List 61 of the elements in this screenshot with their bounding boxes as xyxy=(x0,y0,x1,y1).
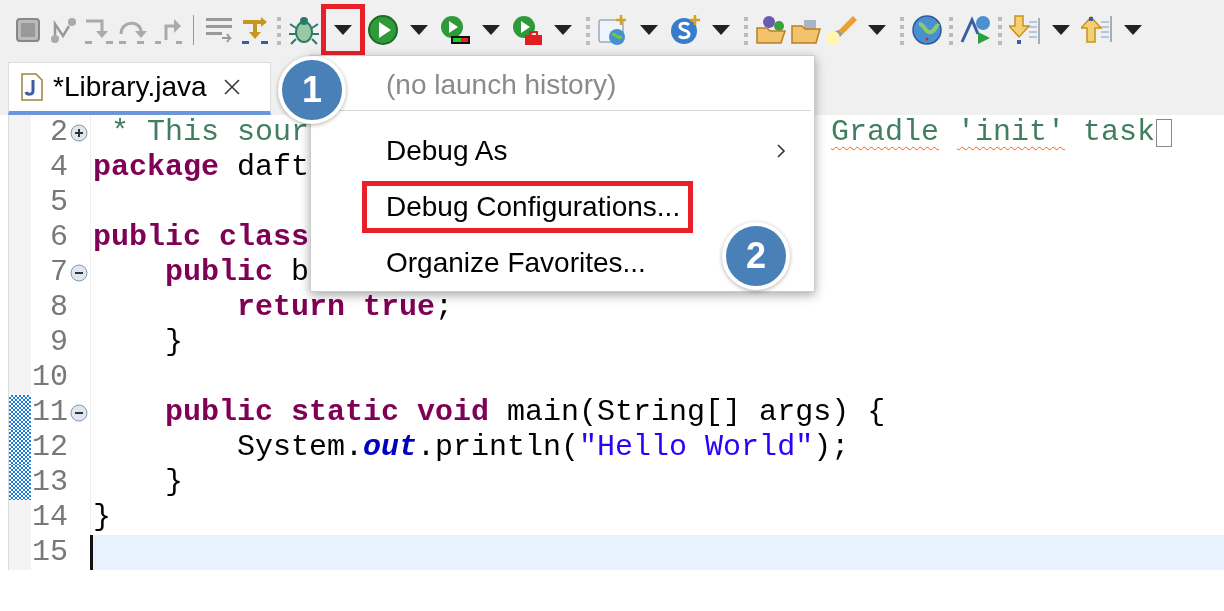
menu-hint: (no launch history) xyxy=(386,68,617,102)
collapse-icon[interactable] xyxy=(70,263,88,282)
line-number: 5 xyxy=(49,185,68,220)
collapse-icon[interactable] xyxy=(70,403,88,422)
s-circle-icon[interactable] xyxy=(668,14,701,46)
line-number: 9 xyxy=(49,325,68,360)
code-text: public static void main(String[] args) { xyxy=(164,395,886,430)
code-text: package daft xyxy=(93,150,310,185)
toolbar-grip[interactable] xyxy=(899,15,905,45)
line-number: 15 xyxy=(31,535,68,570)
editor-tab[interactable]: *Library.java xyxy=(8,62,271,115)
code-text: } xyxy=(93,500,111,535)
code-text: return true; xyxy=(236,290,454,325)
expand-icon[interactable] xyxy=(70,123,88,142)
play-toolbox-icon[interactable] xyxy=(510,14,543,46)
line-number: 4 xyxy=(49,150,68,185)
line-number: 8 xyxy=(49,290,68,325)
line-number: 2 xyxy=(49,115,68,150)
code-text: System.out.println("Hello World"); xyxy=(236,430,850,465)
code-text: Gradle 'init' task xyxy=(831,115,1156,150)
close-icon[interactable] xyxy=(222,78,241,96)
globe-icon[interactable] xyxy=(910,14,943,46)
line-number: 7 xyxy=(49,255,68,290)
code-text: public class xyxy=(93,220,310,255)
line-number: 11 xyxy=(31,395,68,430)
play-coverage-icon[interactable] xyxy=(438,14,471,46)
toolbar-grip[interactable] xyxy=(585,15,591,45)
menu-item[interactable]: Debug Configurations... xyxy=(362,181,694,233)
caret-icon[interactable] xyxy=(553,25,572,35)
play-icon[interactable] xyxy=(366,14,399,46)
toolbar-grip[interactable] xyxy=(743,15,749,45)
chevron-right-icon xyxy=(776,143,786,159)
menu-item[interactable]: Organize Favorites... xyxy=(386,239,646,287)
toolbar-grip[interactable] xyxy=(997,15,1003,45)
code-text: public b xyxy=(164,255,310,290)
globe-window-icon[interactable] xyxy=(596,14,629,46)
line-number: 14 xyxy=(31,500,68,535)
caret-icon[interactable] xyxy=(481,25,500,35)
caret-icon[interactable] xyxy=(639,25,658,35)
upload-arrow-icon[interactable] xyxy=(1080,14,1113,46)
caret-icon[interactable] xyxy=(1123,25,1142,35)
download-arrow-icon[interactable] xyxy=(1008,14,1041,46)
menu-item[interactable]: Debug As xyxy=(386,127,508,175)
caret-icon[interactable] xyxy=(1051,25,1070,35)
toolbar-grip[interactable] xyxy=(948,15,954,45)
code-text: } xyxy=(164,465,183,500)
toolbar-grip[interactable] xyxy=(276,15,282,45)
line-number: 12 xyxy=(31,430,68,465)
caret-icon xyxy=(334,25,352,35)
letter-globe-icon[interactable] xyxy=(959,14,992,46)
caret-icon[interactable] xyxy=(711,25,730,35)
folded-code-marker[interactable] xyxy=(1156,118,1173,147)
caret-icon[interactable] xyxy=(867,25,886,35)
caret-icon[interactable] xyxy=(409,25,428,35)
line-number: 6 xyxy=(49,220,68,255)
line-number: 13 xyxy=(31,465,68,500)
java-file-icon xyxy=(21,73,43,101)
code-text: } xyxy=(164,325,183,360)
bug-icon[interactable] xyxy=(287,14,320,46)
folder-spheres-icon[interactable] xyxy=(754,14,787,46)
line-number: 10 xyxy=(31,360,68,395)
